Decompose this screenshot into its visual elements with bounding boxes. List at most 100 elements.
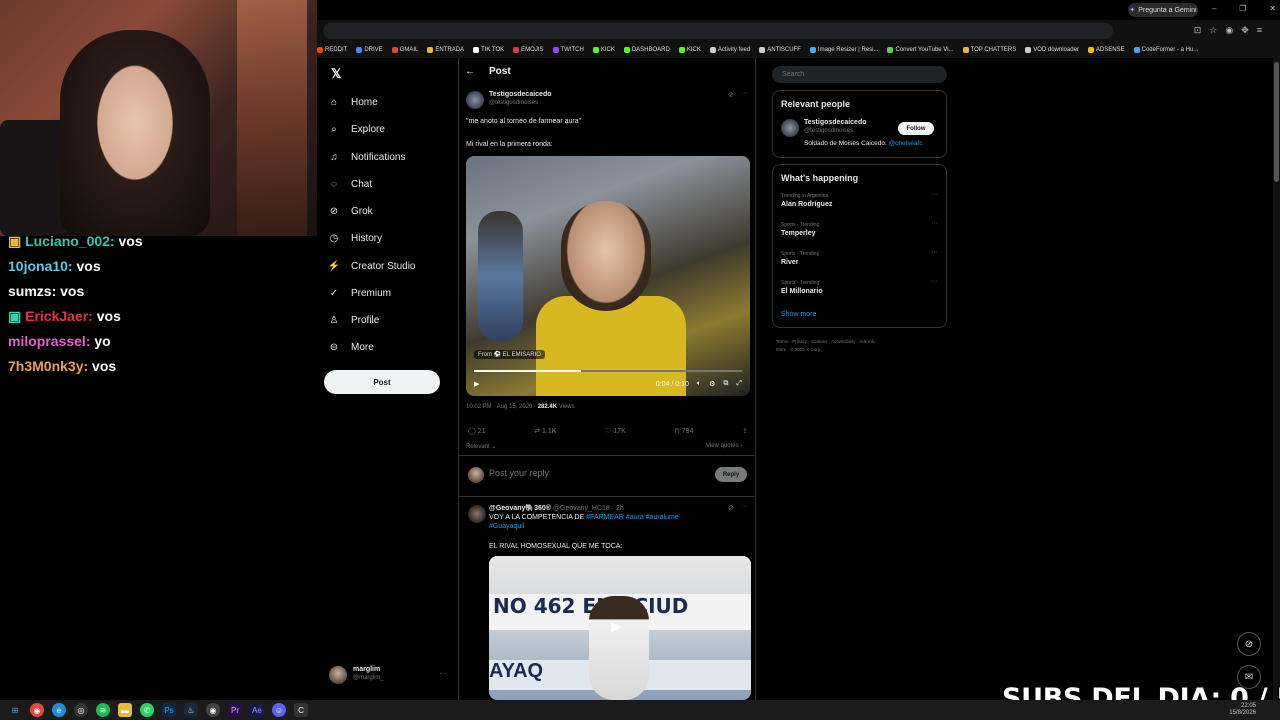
- install-icon[interactable]: ⊡: [1194, 25, 1210, 35]
- bookmark-item[interactable]: ENTRADA: [427, 47, 464, 53]
- trend-more-icon[interactable]: ···: [931, 220, 938, 227]
- video-source[interactable]: From ⚽ EL EMISARIO: [474, 350, 545, 359]
- more-options-icon[interactable]: ···: [741, 503, 748, 510]
- bookmark-item[interactable]: Convert YouTube Vi...: [887, 47, 954, 53]
- bookmark-item[interactable]: ANTISCUFF: [759, 47, 801, 53]
- trend-name[interactable]: Temperley: [781, 230, 816, 237]
- system-clock[interactable]: 22:05 15/8/2026: [1229, 703, 1256, 717]
- star-icon[interactable]: ☆: [1209, 25, 1225, 35]
- hashtags[interactable]: #FARMEAR #aura #auralume: [586, 514, 679, 521]
- photoshop-icon[interactable]: Ps: [162, 703, 176, 717]
- bookmark-item[interactable]: TOP CHATTERS: [962, 47, 1016, 53]
- reply-author-name[interactable]: @Geovany🐘360®: [489, 505, 551, 512]
- trend-name[interactable]: Alan Rodríguez: [781, 201, 832, 208]
- view-quotes-link[interactable]: View quotes ›: [706, 443, 742, 449]
- pip-icon[interactable]: ⧉: [723, 380, 728, 388]
- repost-action[interactable]: ⇄ 1.1K: [534, 427, 556, 435]
- nav-item-history[interactable]: ◷ History: [327, 227, 383, 249]
- extension-icon[interactable]: ◉: [1225, 25, 1241, 35]
- whatsapp-icon[interactable]: ✆: [140, 703, 154, 717]
- nav-item-creator-studio[interactable]: ⚡ Creator Studio: [327, 255, 416, 277]
- reply-video[interactable]: NO 462 ENE CIUD AYAQ ▶: [489, 556, 751, 700]
- play-icon[interactable]: ▶: [611, 618, 622, 635]
- person-name[interactable]: Testigosdecaicedo: [804, 119, 867, 126]
- grok-icon[interactable]: ⊘: [728, 504, 734, 512]
- nav-item-chat[interactable]: ◌ Chat: [327, 173, 372, 195]
- scrollbar-thumb[interactable]: [1274, 62, 1279, 182]
- bookmark-action[interactable]: ⊓ 794: [674, 427, 693, 435]
- minimize-icon[interactable]: –: [1212, 4, 1216, 16]
- nav-item-more[interactable]: ⊖ More: [327, 336, 374, 358]
- windows-start-icon[interactable]: ⊞: [8, 703, 22, 717]
- steam-icon[interactable]: ♨: [184, 703, 198, 717]
- bookmark-item[interactable]: GMAIL: [391, 47, 418, 53]
- discord-icon[interactable]: ☺: [272, 703, 286, 717]
- hashtag-guayaquil[interactable]: #Guayaquil: [489, 523, 524, 530]
- author-name[interactable]: Testigosdecaicedo: [489, 91, 552, 98]
- trend-more-icon[interactable]: ···: [931, 191, 938, 198]
- post-button[interactable]: Post: [324, 370, 440, 394]
- gemini-button[interactable]: ✦ Pregunta a Gemini: [1128, 3, 1198, 17]
- play-icon[interactable]: ▶: [474, 380, 479, 388]
- after-effects-icon[interactable]: Ae: [250, 703, 264, 717]
- back-arrow-icon[interactable]: ←: [465, 66, 475, 77]
- chrome-alt-icon[interactable]: ◉: [206, 703, 220, 717]
- close-icon[interactable]: ✕: [1269, 4, 1276, 16]
- bookmark-item[interactable]: REDDIT: [317, 47, 347, 53]
- volume-icon[interactable]: 🔈︎: [697, 380, 701, 388]
- menu-icon[interactable]: ≡: [1257, 25, 1270, 35]
- footer-links[interactable]: Terms · Privacy · Cookies · Accessibilit…: [776, 339, 878, 344]
- page-scrollbar[interactable]: [1273, 58, 1280, 700]
- bookmark-item[interactable]: Image Resizer | Resi...: [809, 47, 878, 53]
- account-switcher[interactable]: marglim @marglim_ ···: [327, 663, 447, 689]
- trend-more-icon[interactable]: ···: [931, 278, 938, 285]
- bookmark-item[interactable]: DASHBOARD: [623, 47, 670, 53]
- more-options-icon[interactable]: ···: [741, 90, 748, 97]
- more-dots-icon[interactable]: ···: [439, 669, 447, 678]
- person-avatar[interactable]: [781, 119, 799, 137]
- post-video[interactable]: From ⚽ EL EMISARIO ▶ 0:04 / 0:10 🔈︎ ⚙ ⧉ …: [466, 156, 750, 396]
- reply-action[interactable]: ◯ 21: [468, 427, 486, 435]
- bookmark-item[interactable]: EMOJIS: [513, 47, 544, 53]
- follow-button[interactable]: Follow: [898, 122, 934, 135]
- bookmark-item[interactable]: VOD downloader: [1025, 47, 1079, 53]
- premiere-icon[interactable]: Pr: [228, 703, 242, 717]
- bookmark-item[interactable]: TWITCH: [552, 47, 584, 53]
- bookmark-item[interactable]: TIK TOK: [473, 47, 504, 53]
- nav-item-profile[interactable]: ♙ Profile: [327, 309, 380, 331]
- like-action[interactable]: ♡ 17K: [605, 427, 626, 435]
- nav-item-explore[interactable]: ⌕ Explore: [327, 118, 385, 140]
- bookmark-item[interactable]: DRIVE: [356, 47, 383, 53]
- chrome-icon[interactable]: ◉: [30, 703, 44, 717]
- nav-item-notifications[interactable]: ♫ Notifications: [327, 146, 405, 168]
- nav-item-grok[interactable]: ⊘ Grok: [327, 200, 373, 222]
- reply-input[interactable]: [489, 468, 689, 478]
- bookmark-item[interactable]: ADSENSE: [1087, 47, 1125, 53]
- x-logo-icon[interactable]: 𝕏: [331, 66, 341, 82]
- reply-button[interactable]: Reply: [715, 467, 747, 482]
- search-input[interactable]: [772, 66, 947, 83]
- show-more-link[interactable]: Show more: [781, 311, 816, 318]
- url-field[interactable]: [323, 23, 1113, 39]
- folder-icon[interactable]: ▬: [118, 703, 132, 717]
- grok-floating-icon[interactable]: ⊘: [1237, 632, 1261, 656]
- restore-icon[interactable]: ❐: [1239, 4, 1246, 16]
- reply-author-avatar[interactable]: [468, 505, 486, 523]
- bookmark-item[interactable]: KICK: [592, 47, 615, 53]
- bio-link[interactable]: @chelseafc: [889, 140, 923, 147]
- nav-item-home[interactable]: ⌂ Home: [327, 91, 378, 113]
- settings-icon[interactable]: ⚙: [709, 380, 715, 388]
- share-icon[interactable]: ⇪: [742, 427, 748, 435]
- post-timestamp[interactable]: 10:02 PM · Aug 15, 2026 ·: [466, 404, 538, 410]
- trend-name[interactable]: El Millonario: [781, 288, 823, 295]
- edge-icon[interactable]: e: [52, 703, 66, 717]
- obs-icon[interactable]: ◎: [74, 703, 88, 717]
- bookmark-item[interactable]: KICK: [678, 47, 701, 53]
- spotify-icon[interactable]: ≋: [96, 703, 110, 717]
- trend-more-icon[interactable]: ···: [931, 249, 938, 256]
- grok-icon[interactable]: ⊘: [728, 91, 734, 99]
- bookmark-item[interactable]: Activity feed: [709, 47, 750, 53]
- fullscreen-icon[interactable]: ⤢: [736, 380, 742, 388]
- author-handle[interactable]: @testigosdmoises: [489, 100, 538, 106]
- sort-dropdown[interactable]: Relevant ⌄: [466, 443, 496, 450]
